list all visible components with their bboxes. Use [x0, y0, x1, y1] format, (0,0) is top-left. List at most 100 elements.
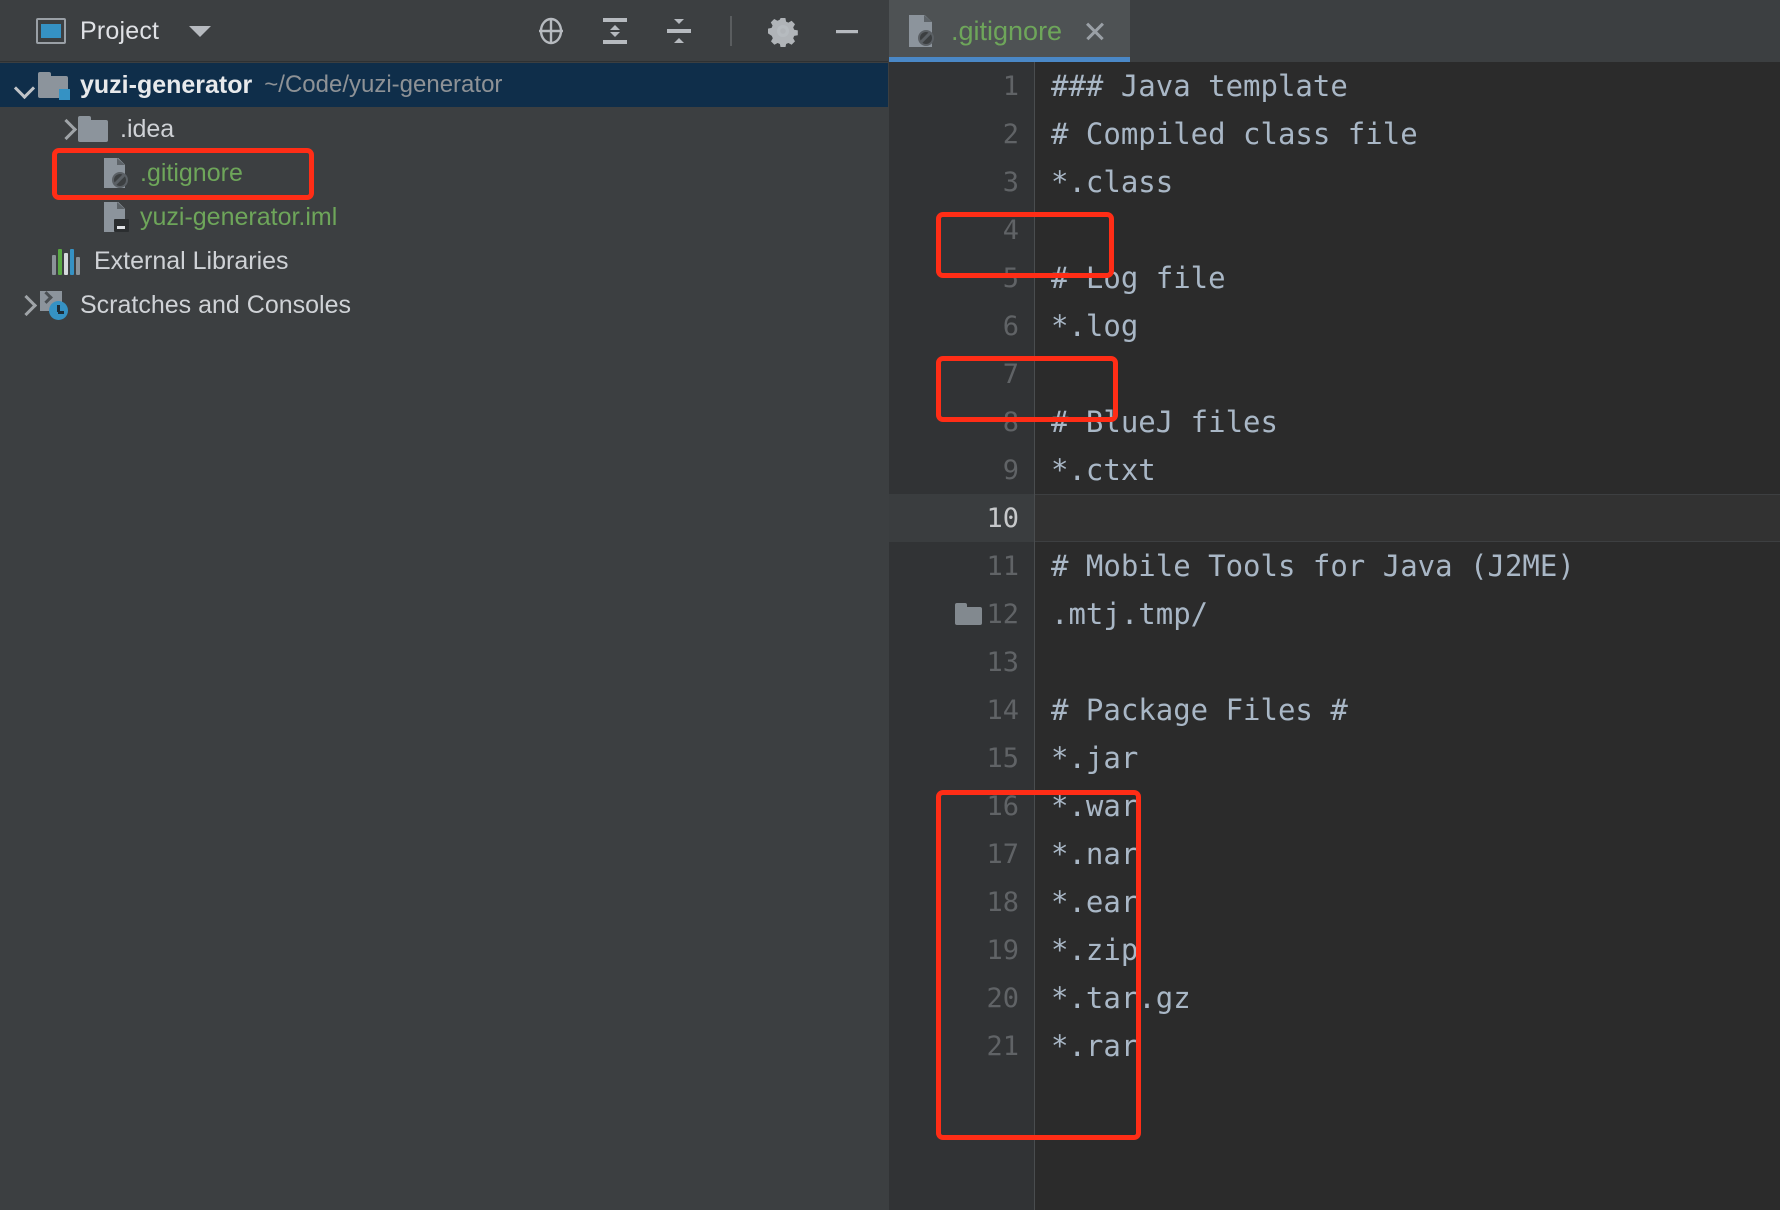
gutter-line-3[interactable]: 3 — [889, 158, 1035, 206]
chevron-down-icon[interactable] — [189, 26, 211, 37]
line-number: 19 — [986, 935, 1019, 966]
module-folder-icon — [38, 72, 68, 98]
gutter-line-13[interactable]: 13 — [889, 638, 1035, 686]
hide-panel-icon[interactable] — [830, 14, 864, 48]
gutter-line-15[interactable]: 15 — [889, 734, 1035, 782]
project-tool-window: Project — [0, 0, 888, 1210]
line-number: 17 — [986, 839, 1019, 870]
code-line-18[interactable]: *.ear — [1035, 878, 1780, 926]
code-line-15[interactable]: *.jar — [1035, 734, 1780, 782]
gutter-line-numbers: 123456789101112131415161718192021 — [889, 62, 1035, 1070]
editor-area: .gitignore 12345678910111213141516171819… — [889, 0, 1780, 1210]
gutter-line-12[interactable]: 12 — [889, 590, 1035, 638]
tree-item-label: External Libraries — [94, 247, 289, 276]
line-number: 2 — [1003, 119, 1019, 150]
gutter-line-10[interactable]: 10 — [889, 494, 1035, 542]
tab-title: .gitignore — [951, 16, 1062, 47]
gutter-line-7[interactable]: 7 — [889, 350, 1035, 398]
code-line-4[interactable] — [1035, 206, 1780, 254]
line-number: 3 — [1003, 167, 1019, 198]
project-panel-header: Project — [0, 0, 888, 62]
tab-gitignore[interactable]: .gitignore — [889, 0, 1130, 62]
code-content[interactable]: ### Java template# Compiled class file*.… — [1035, 62, 1780, 1210]
code-line-21[interactable]: *.rar — [1035, 1022, 1780, 1070]
toolbar-divider — [730, 16, 732, 46]
ide-window: Project — [0, 0, 1780, 1210]
tree-item-yuzi-generator[interactable]: yuzi-generator ~/Code/yuzi-generator — [0, 63, 888, 107]
code-line-17[interactable]: *.nar — [1035, 830, 1780, 878]
project-window-icon — [36, 18, 66, 44]
gutter-line-2[interactable]: 2 — [889, 110, 1035, 158]
code-line-2[interactable]: # Compiled class file — [1035, 110, 1780, 158]
code-line-1[interactable]: ### Java template — [1035, 62, 1780, 110]
scratches-consoles-icon — [38, 291, 68, 319]
gutter-line-19[interactable]: 19 — [889, 926, 1035, 974]
gutter-line-5[interactable]: 5 — [889, 254, 1035, 302]
line-number: 10 — [986, 503, 1019, 534]
code-line-3[interactable]: *.class — [1035, 158, 1780, 206]
chevron-down-icon[interactable] — [12, 72, 38, 98]
line-number: 18 — [986, 887, 1019, 918]
collapse-all-icon[interactable] — [662, 14, 696, 48]
line-number: 6 — [1003, 311, 1019, 342]
chevron-right-icon[interactable] — [52, 116, 78, 142]
tree-item-external-libraries[interactable]: External Libraries — [0, 239, 888, 283]
project-panel-toolbar — [534, 0, 864, 62]
tree-item-yuzi-generator-iml[interactable]: yuzi-generator.iml — [0, 195, 888, 239]
tree-item-scratches-and-consoles[interactable]: Scratches and Consoles — [0, 283, 888, 327]
line-number: 7 — [1003, 359, 1019, 390]
gutter-line-20[interactable]: 20 — [889, 974, 1035, 1022]
tree-item-label: Scratches and Consoles — [80, 291, 351, 320]
code-line-6[interactable]: *.log — [1035, 302, 1780, 350]
code-line-14[interactable]: # Package Files # — [1035, 686, 1780, 734]
gutter-line-9[interactable]: 9 — [889, 446, 1035, 494]
code-line-7[interactable] — [1035, 350, 1780, 398]
settings-gear-icon[interactable] — [766, 14, 800, 48]
code-line-13[interactable] — [1035, 638, 1780, 686]
code-line-12[interactable]: .mtj.tmp/ — [1035, 590, 1780, 638]
code-line-5[interactable]: # Log file — [1035, 254, 1780, 302]
code-line-11[interactable]: # Mobile Tools for Java (J2ME) — [1035, 542, 1780, 590]
tree-item-idea[interactable]: .idea — [0, 107, 888, 151]
tree-item-path: ~/Code/yuzi-generator — [264, 71, 502, 99]
code-line-20[interactable]: *.tar.gz — [1035, 974, 1780, 1022]
code-line-19[interactable]: *.zip — [1035, 926, 1780, 974]
chevron-right-icon[interactable] — [12, 292, 38, 318]
gutter-line-16[interactable]: 16 — [889, 782, 1035, 830]
editor-gutter[interactable]: 123456789101112131415161718192021 — [889, 62, 1035, 1210]
code-line-10[interactable] — [1035, 494, 1780, 542]
gutter-line-4[interactable]: 4 — [889, 206, 1035, 254]
project-title-group[interactable]: Project — [36, 0, 211, 62]
line-number: 5 — [1003, 263, 1019, 294]
gutter-line-11[interactable]: 11 — [889, 542, 1035, 590]
line-number: 12 — [986, 599, 1019, 630]
line-number: 16 — [986, 791, 1019, 822]
line-number: 1 — [1003, 71, 1019, 102]
gutter-line-21[interactable]: 21 — [889, 1022, 1035, 1070]
code-line-8[interactable]: # BlueJ files — [1035, 398, 1780, 446]
gutter-line-18[interactable]: 18 — [889, 878, 1035, 926]
line-number: 20 — [986, 983, 1019, 1014]
editor-tab-bar: .gitignore — [889, 0, 1780, 62]
gutter-line-6[interactable]: 6 — [889, 302, 1035, 350]
folder-icon[interactable] — [955, 603, 982, 625]
iml-file-icon — [104, 202, 128, 232]
tree-item-label: .idea — [120, 115, 174, 144]
line-number: 8 — [1003, 407, 1019, 438]
gitignore-file-icon — [909, 15, 935, 47]
code-editor[interactable]: 123456789101112131415161718192021 ### Ja… — [889, 62, 1780, 1210]
project-tree[interactable]: yuzi-generator ~/Code/yuzi-generator .id… — [0, 63, 888, 1210]
gutter-line-14[interactable]: 14 — [889, 686, 1035, 734]
select-opened-file-icon[interactable] — [534, 14, 568, 48]
line-number: 9 — [1003, 455, 1019, 486]
code-line-9[interactable]: *.ctxt — [1035, 446, 1780, 494]
gutter-line-1[interactable]: 1 — [889, 62, 1035, 110]
gutter-line-17[interactable]: 17 — [889, 830, 1035, 878]
line-number: 14 — [986, 695, 1019, 726]
folder-icon — [78, 116, 108, 142]
tree-item-gitignore[interactable]: .gitignore — [0, 151, 888, 195]
close-icon[interactable] — [1082, 18, 1108, 44]
code-line-16[interactable]: *.war — [1035, 782, 1780, 830]
expand-all-icon[interactable] — [598, 14, 632, 48]
gutter-line-8[interactable]: 8 — [889, 398, 1035, 446]
